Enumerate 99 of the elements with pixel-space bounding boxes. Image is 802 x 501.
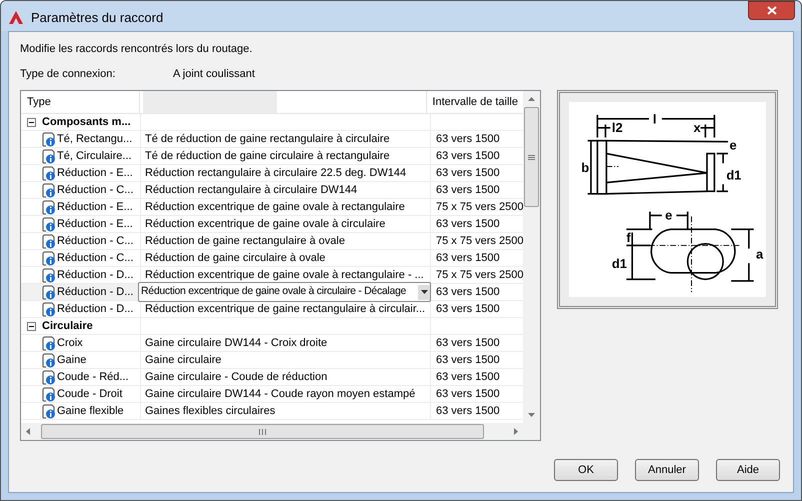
table-cell-text: 63 vers 1500 [435,251,501,266]
dimension-label: d1 [726,167,742,182]
table-cell-text: 63 vers 1500 [435,387,501,402]
info-document-icon [41,200,56,214]
scroll-up-icon [528,97,535,101]
table-cell[interactable]: Réduction - C... [57,250,134,266]
info-document-icon [41,302,56,316]
table-cell: Réduction de gaine rectangulaire à ovale [141,233,431,249]
table-cell: Réduction excentrique de gaine rectangulaire à circulair... [141,301,431,317]
info-document-icon [41,216,56,232]
info-document-icon [41,284,56,300]
dialog-button[interactable]: OK [554,459,618,481]
info-document-icon [41,166,56,180]
table-cell-text: 63 vers 1500 [435,336,501,351]
table-cell-text: 75 x 75 vers 2500 [435,268,523,283]
connection-value: A joint coulissant [173,66,255,82]
table-cell[interactable]: Té, Circulaire... [57,148,132,164]
table-cell: Gaines flexibles circulaires [141,403,431,419]
grip-icon [259,428,266,434]
group-label[interactable]: Composants m... [42,114,131,130]
info-document-icon [41,132,56,146]
table-cell-text: 63 vers 1500 [435,404,501,419]
table-cell-text: 63 vers 1500 [435,217,501,232]
scroll-left-icon [26,428,30,435]
scroll-thumb[interactable] [524,107,539,207]
table-cell: Réduction rectangulaire à circulaire DW144 [141,182,431,198]
info-document-icon [41,234,56,248]
connection-label: Type de connexion: [20,66,116,82]
window-title: Paramètres du raccord [31,9,164,27]
table-cell-text: 63 vers 1500 [435,166,501,181]
scroll-right-icon [514,428,518,435]
table-cell: Gaine circulaire - Coude de réduction [141,369,431,385]
info-document-icon [41,386,56,402]
info-document-icon [41,352,56,368]
dimension-label: f [626,230,631,246]
table-cell: Réduction de gaine circulaire à ovale [141,250,431,266]
collapse-toggle[interactable] [27,118,36,126]
table-cell: Réduction excentrique de gaine ovale à circulaire [141,216,431,232]
info-document-icon [41,404,56,418]
description-dropdown[interactable]: Réduction excentrique de gaine ovale à circulaire - Décalage [138,282,431,302]
info-document-icon [41,268,56,282]
dimension-label: b [581,160,590,175]
vertical-scrollbar[interactable] [523,91,540,423]
dimension-label: e [730,137,737,152]
table-cell[interactable]: Réduction - E... [57,198,133,216]
table-cell-text: 63 vers 1500 [435,370,501,385]
table-cell: Gaine circulaire [141,352,431,368]
dimension-label: l2 [612,120,623,135]
collapse-toggle[interactable] [27,322,36,330]
dropdown-caret-icon [420,290,428,294]
description-text: Modifie les raccords rencontrés lors du routage. [20,42,254,57]
table-cell[interactable]: Gaine flexible [57,402,124,420]
dimension-label: a [756,246,764,262]
info-document-icon [41,148,56,164]
close-button[interactable] [748,1,795,20]
scroll-down-icon [528,413,535,417]
table-cell: Réduction rectangulaire à circulaire 22.5 deg. DW144 [141,165,431,181]
dimension-label: d1 [612,256,627,271]
table-cell[interactable]: Réduction - D... [57,266,134,284]
table-cell-text: 63 vers 1500 [435,132,501,147]
table-cell[interactable]: Croix [57,334,83,352]
info-document-icon [41,336,56,350]
table-cell-text: 63 vers 1500 [435,149,501,164]
table-cell-text: 75 x 75 vers 2500 [435,200,523,215]
dimension-label: l [652,112,656,127]
horizontal-scrollbar[interactable] [21,423,540,440]
table-cell[interactable]: Gaine [57,352,86,368]
table-cell[interactable]: Réduction - D... [57,300,134,318]
table-cell[interactable]: Réduction - E... [57,164,133,182]
table-cell: Gaine circulaire DW144 - Croix droite [141,335,431,351]
table-cell[interactable]: Réduction - C... [57,232,134,250]
table-cell[interactable]: Té, Rectangu... [57,130,132,148]
info-document-icon [41,182,56,198]
close-icon [766,6,776,15]
dimension-label: e [665,208,672,223]
table-cell[interactable]: Coude - Réd... [57,368,129,386]
table-cell: Réduction excentrique de gaine ovale à rectangulaire [141,199,431,215]
table-cell[interactable]: Coude - Droit [57,386,122,402]
column-header[interactable]: Type [21,91,140,113]
grip-icon [528,154,535,160]
app-logo-icon [9,11,23,24]
table-cell: Té de réduction de gaine circulaire à rectangulaire [141,148,431,164]
group-label[interactable]: Circulaire [42,318,93,334]
table-cell: Gaine circulaire DW144 - Coude rayon moyen estampé [141,386,431,402]
table-cell: Té de réduction de gaine rectangulaire à circulaire [141,131,431,147]
dialog-button[interactable]: Annuler [635,459,699,481]
table-cell-text: 63 vers 1500 [435,353,501,368]
column-header[interactable]: Intervalle de taille [427,91,523,113]
info-document-icon [41,250,56,266]
table-cell-text: 75 x 75 vers 2500 [435,234,523,249]
table-cell[interactable]: Réduction - E... [57,216,133,232]
table-cell-text: 63 vers 1500 [435,302,501,317]
scroll-thumb[interactable] [41,424,484,439]
dimension-label: x [693,120,701,135]
dialog-button[interactable]: Aide [716,459,780,481]
info-document-icon [41,370,56,384]
table-cell-text: 63 vers 1500 [435,285,501,300]
table-cell-text: 63 vers 1500 [435,183,501,198]
table-cell[interactable]: Réduction - C... [57,182,134,198]
